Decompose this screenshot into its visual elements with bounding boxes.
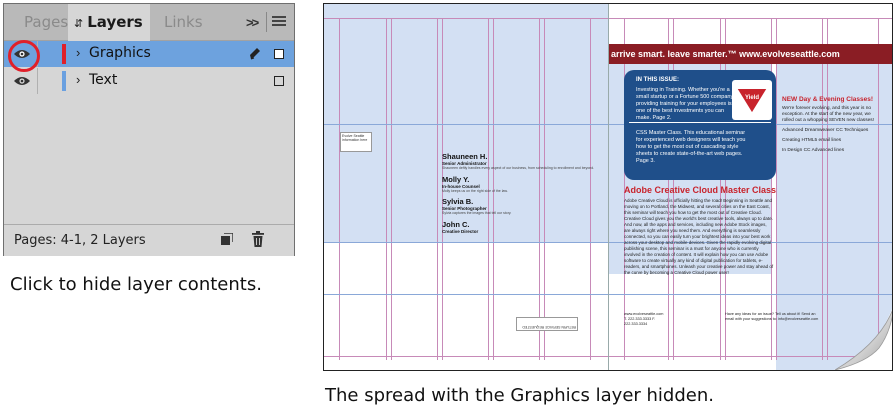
master-class-title: Adobe Creative Cloud Master Class (624, 185, 777, 195)
layer-color-swatch (62, 44, 66, 64)
layer-count-text: Pages: 4-1, 2 Layers (14, 233, 146, 248)
sidebar-bullet: Advanced Dreamweaver CC Techniques (782, 128, 869, 133)
column-guide (822, 18, 823, 360)
new-layer-icon[interactable] (220, 233, 233, 246)
sidebar-title: NEW Day & Evening Classes! (782, 96, 874, 103)
layer-target-square[interactable] (274, 76, 284, 86)
staff-desc: Shauneen deftly handles every aspect of … (442, 166, 595, 170)
issue-heading: IN THIS ISSUE: (636, 77, 680, 83)
column-guide (437, 18, 438, 360)
issue-divider (629, 122, 771, 123)
column-guide (386, 18, 387, 360)
footer-contact: www.evolveseattle.com T. 222.333.3333 F.… (624, 312, 664, 326)
info-box-small: Evolve Seattle information here (340, 132, 372, 152)
staff-role: Creative Director (442, 228, 479, 234)
tab-links[interactable]: Links (150, 4, 230, 40)
tab-links-label: Links (164, 13, 203, 31)
sidebar-classes: NEW Day & Evening Classes! We're forever… (782, 96, 882, 154)
tab-sort-icon: ⇵ (74, 17, 84, 30)
lock-column[interactable] (37, 68, 38, 94)
layer-row-graphics[interactable]: › Graphics (4, 41, 294, 67)
master-class-body: Adobe Creative Cloud is officially hitti… (624, 198, 774, 275)
panel-caption: Click to hide layer contents. (10, 274, 262, 295)
return-stamp: RETURN SERVICE REQUESTED (516, 317, 578, 331)
layer-target-square[interactable] (274, 49, 284, 59)
column-guide (776, 18, 777, 360)
eye-icon[interactable] (13, 75, 31, 87)
staff-name: Sylvia B. (442, 197, 474, 206)
staff-desc: Sylvia captures the images that tell our… (442, 211, 512, 215)
pen-icon (250, 48, 260, 60)
column-guide (391, 18, 392, 360)
layer-name[interactable]: Graphics (89, 45, 151, 61)
collapse-panel-icon[interactable]: >> (246, 15, 259, 30)
url-banner: arrive smart. leave smarter.™ www.evolve… (609, 44, 892, 64)
page-curl-icon (833, 309, 892, 370)
staff-name: John C. (442, 219, 470, 229)
expand-chevron-icon[interactable]: › (76, 72, 80, 87)
tab-layers-label: Layers (87, 13, 143, 31)
staff-desc: Molly keeps us on the right side of the … (442, 188, 508, 193)
document-spread[interactable]: arrive smart. leave smarter.™ www.evolve… (323, 3, 893, 371)
staff-list: Shauneen H. Senior Administrator Shaunee… (442, 148, 602, 234)
staff-name: Shauneen H. (442, 152, 488, 161)
staff-name: Molly Y. (442, 174, 470, 184)
footer-ideas: Have any ideas for an issue? Tell us abo… (725, 312, 819, 321)
spread-caption: The spread with the Graphics layer hidde… (325, 385, 714, 406)
tab-divider (266, 12, 267, 32)
tab-layers[interactable]: ⇵ Layers (68, 4, 150, 41)
yield-sign-icon: Yield (732, 80, 772, 120)
expand-chevron-icon[interactable]: › (76, 45, 80, 60)
panel-tab-bar: Pages ⇵ Layers Links >> (4, 4, 294, 41)
sidebar-intro: We're forever evolving, and this year is… (782, 106, 874, 123)
panel-menu-icon[interactable] (272, 16, 286, 27)
eye-highlight-ring (8, 40, 40, 72)
tab-pages-label: Pages (24, 13, 69, 31)
layer-color-swatch (62, 71, 66, 91)
panel-status-bar: Pages: 4-1, 2 Layers (4, 224, 294, 256)
sidebar-bullet: Creating HTML5 email lines (782, 138, 842, 143)
column-guide (339, 18, 340, 360)
tab-pages[interactable]: Pages (12, 4, 68, 40)
layer-name[interactable]: Text (89, 72, 117, 88)
sidebar-bullet: In Design CC Advanced lines (782, 148, 845, 153)
issue-css-text: CSS Master Class. This educational semin… (636, 130, 746, 164)
trash-icon[interactable] (252, 231, 264, 247)
issue-intro: Investing in Training. Whether you're a … (636, 87, 735, 121)
layers-panel: Pages ⇵ Layers Links >> › Graphics › Tex… (3, 3, 295, 256)
yield-label: Yield (745, 95, 759, 101)
layer-row-text[interactable]: › Text (4, 68, 294, 94)
